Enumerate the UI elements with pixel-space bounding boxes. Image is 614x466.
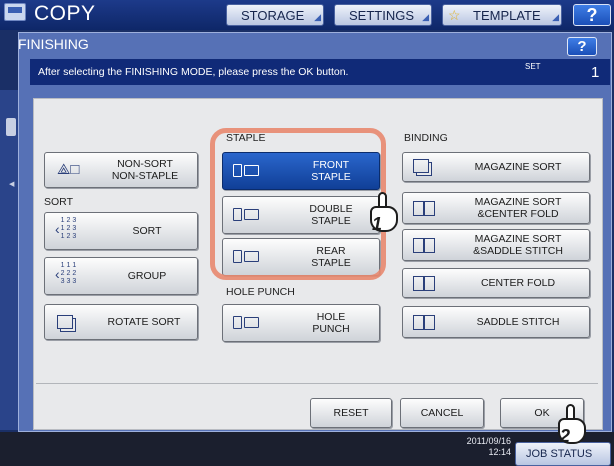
settings-button[interactable]: SETTINGS ◢ bbox=[334, 4, 432, 26]
hole-punch-icon bbox=[233, 316, 261, 329]
non-sort-icon: ⟁□ bbox=[57, 161, 80, 178]
sort-section-label: SORT bbox=[44, 196, 73, 208]
group-button[interactable]: ‹ 1 1 1 2 2 2 3 3 3 GROUP bbox=[44, 257, 198, 295]
rotate-sort-button[interactable]: ROTATE SORT bbox=[44, 304, 198, 340]
footer-divider bbox=[36, 383, 598, 384]
hole-punch-button[interactable]: HOLE PUNCH bbox=[222, 304, 380, 342]
side-arrow-icon: ◀ bbox=[9, 181, 15, 188]
magazine-center-fold-button[interactable]: MAGAZINE SORT &CENTER FOLD bbox=[402, 192, 590, 224]
left-strip: ◀ bbox=[0, 90, 18, 430]
arrow-icon: ◢ bbox=[552, 12, 559, 22]
side-tab[interactable] bbox=[6, 118, 16, 136]
set-count: 1 bbox=[591, 64, 600, 81]
non-sort-button[interactable]: ⟁□ NON-SORT NON-STAPLE bbox=[44, 152, 198, 188]
saddle-stitch-button[interactable]: SADDLE STITCH bbox=[402, 306, 590, 338]
center-fold-icon bbox=[413, 276, 435, 291]
set-label: SET bbox=[525, 62, 541, 71]
arrow-icon: ◢ bbox=[422, 12, 429, 22]
pointer-hand-icon: 2 bbox=[554, 404, 588, 450]
magazine-saddle-stitch-button[interactable]: MAGAZINE SORT &SADDLE STITCH bbox=[402, 229, 590, 261]
staple-highlight bbox=[210, 128, 386, 280]
arrow-icon: ◢ bbox=[314, 12, 321, 22]
group-icon: ‹ 1 1 1 2 2 2 3 3 3 bbox=[55, 262, 77, 285]
rotate-sort-icon bbox=[57, 315, 73, 329]
magazine-sort-button[interactable]: MAGAZINE SORT bbox=[402, 152, 590, 182]
template-button[interactable]: ☆ TEMPLATE ◢ bbox=[442, 4, 562, 26]
hole-punch-section-label: HOLE PUNCH bbox=[226, 286, 295, 298]
dialog-help-button[interactable]: ? bbox=[567, 37, 597, 56]
pointer-hand-icon: 1 bbox=[366, 192, 400, 238]
callout-number: 2 bbox=[560, 426, 571, 446]
sort-icon: ‹ 1 2 3 1 2 3 1 2 3 bbox=[55, 217, 77, 240]
magazine-sort-icon bbox=[413, 159, 429, 173]
cancel-button[interactable]: CANCEL bbox=[400, 398, 484, 428]
center-fold-button[interactable]: CENTER FOLD bbox=[402, 268, 590, 298]
book-icon bbox=[413, 201, 435, 216]
book-stitch-icon bbox=[413, 238, 435, 253]
star-icon: ☆ bbox=[448, 6, 461, 23]
date-text: 2011/09/16 bbox=[466, 436, 511, 446]
copy-icon bbox=[4, 3, 26, 21]
dialog-title: FINISHING bbox=[18, 36, 89, 52]
saddle-stitch-icon bbox=[413, 315, 435, 330]
reset-button[interactable]: RESET bbox=[310, 398, 392, 428]
app-title: COPY bbox=[34, 2, 96, 25]
binding-section-label: BINDING bbox=[404, 132, 448, 144]
callout-number: 1 bbox=[372, 214, 383, 234]
storage-button[interactable]: STORAGE ◢ bbox=[226, 4, 324, 26]
sort-button[interactable]: ‹ 1 2 3 1 2 3 1 2 3 SORT bbox=[44, 212, 198, 250]
help-button[interactable]: ? bbox=[573, 4, 611, 26]
date-time: 2011/09/16 12:14 bbox=[441, 436, 511, 458]
time-text: 12:14 bbox=[488, 447, 511, 457]
instruction-message: After selecting the FINISHING MODE, plea… bbox=[38, 66, 349, 78]
